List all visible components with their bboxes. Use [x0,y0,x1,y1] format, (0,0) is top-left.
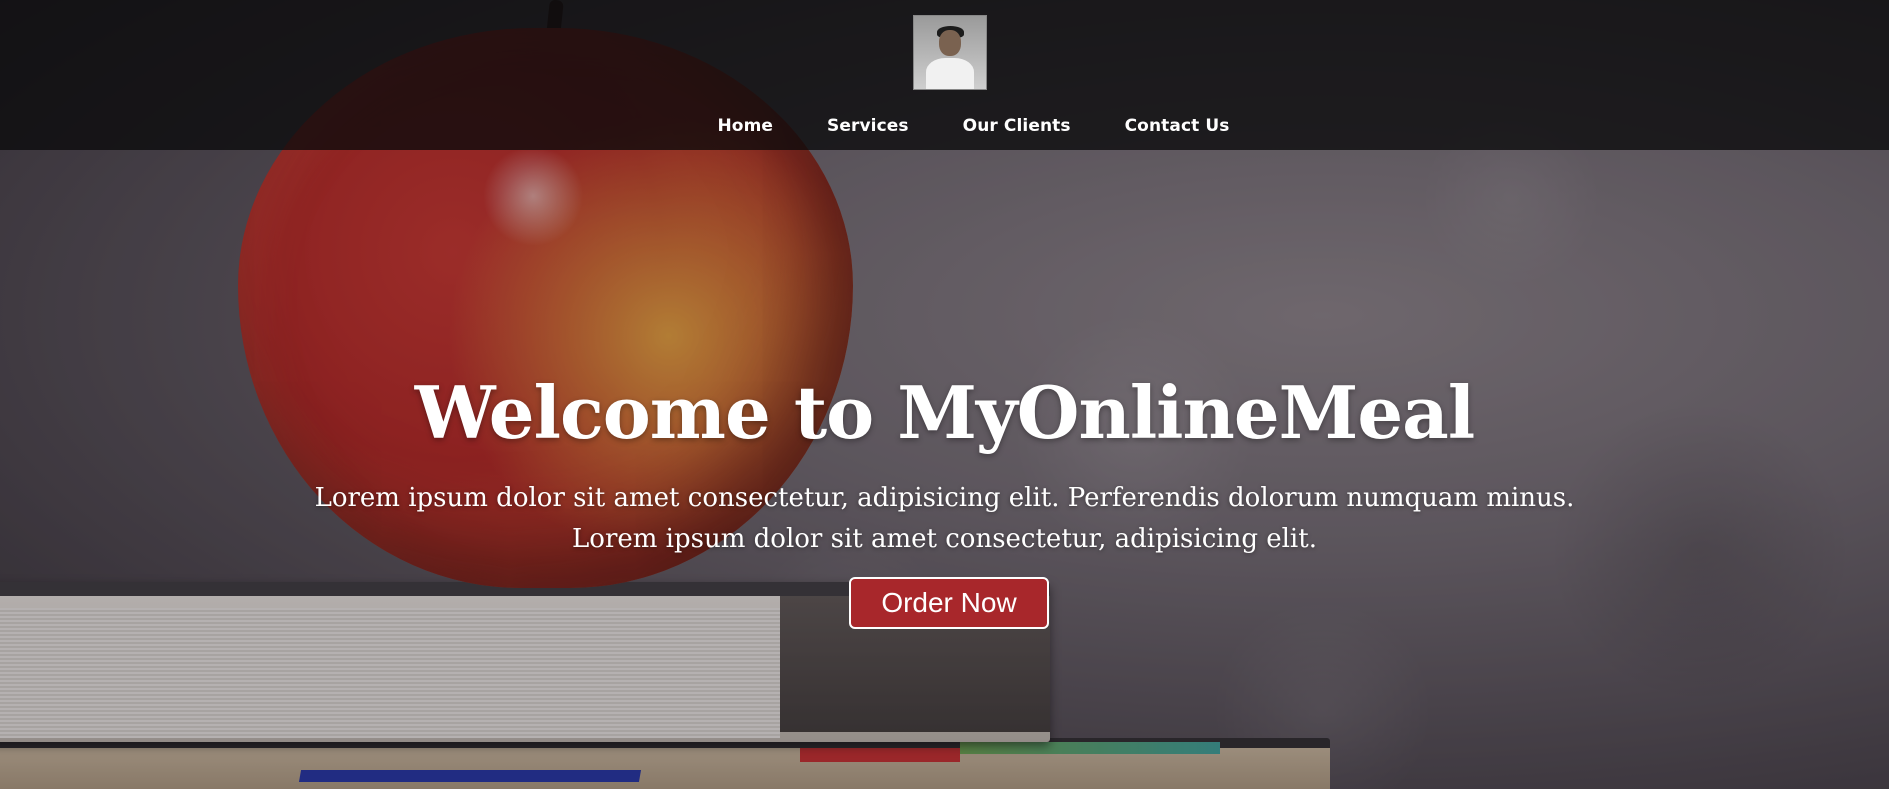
hero-headline: Welcome to MyOnlineMeal [414,370,1475,455]
nav-link-our-clients[interactable]: Our Clients [963,116,1071,136]
avatar-face [939,30,961,56]
hero-section: Home Services Our Clients Contact Us Wel… [0,0,1889,789]
avatar-body [926,58,974,89]
nav-link-contact-us[interactable]: Contact Us [1125,116,1230,136]
hero-subtext: Lorem ipsum dolor sit amet consectetur, … [0,478,1889,560]
nav-link-home[interactable]: Home [717,116,773,136]
hero-subtext-line-2: Lorem ipsum dolor sit amet consectetur, … [572,524,1317,554]
top-navbar: Home Services Our Clients Contact Us [0,0,1889,150]
order-now-button[interactable]: Order Now [849,577,1049,629]
logo-avatar[interactable] [913,15,987,90]
main-nav: Home Services Our Clients Contact Us [0,116,1889,136]
nav-link-services[interactable]: Services [827,116,909,136]
hero-subtext-line-1: Lorem ipsum dolor sit amet consectetur, … [314,483,1575,513]
